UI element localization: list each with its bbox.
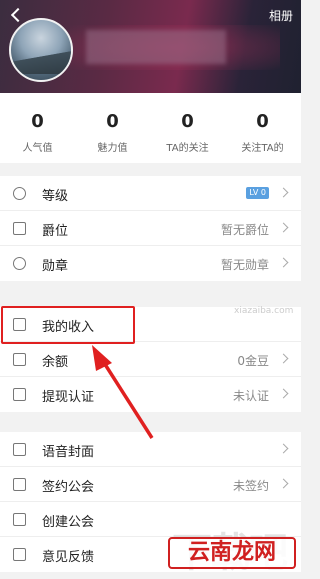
annotation-arrow: [92, 345, 154, 439]
watermark-site: xiazaiba.com: [234, 306, 294, 316]
arrow-shaft: [99, 357, 154, 439]
watermark-logo: 云南龙网: [168, 537, 296, 569]
arrow-head: [92, 345, 112, 371]
